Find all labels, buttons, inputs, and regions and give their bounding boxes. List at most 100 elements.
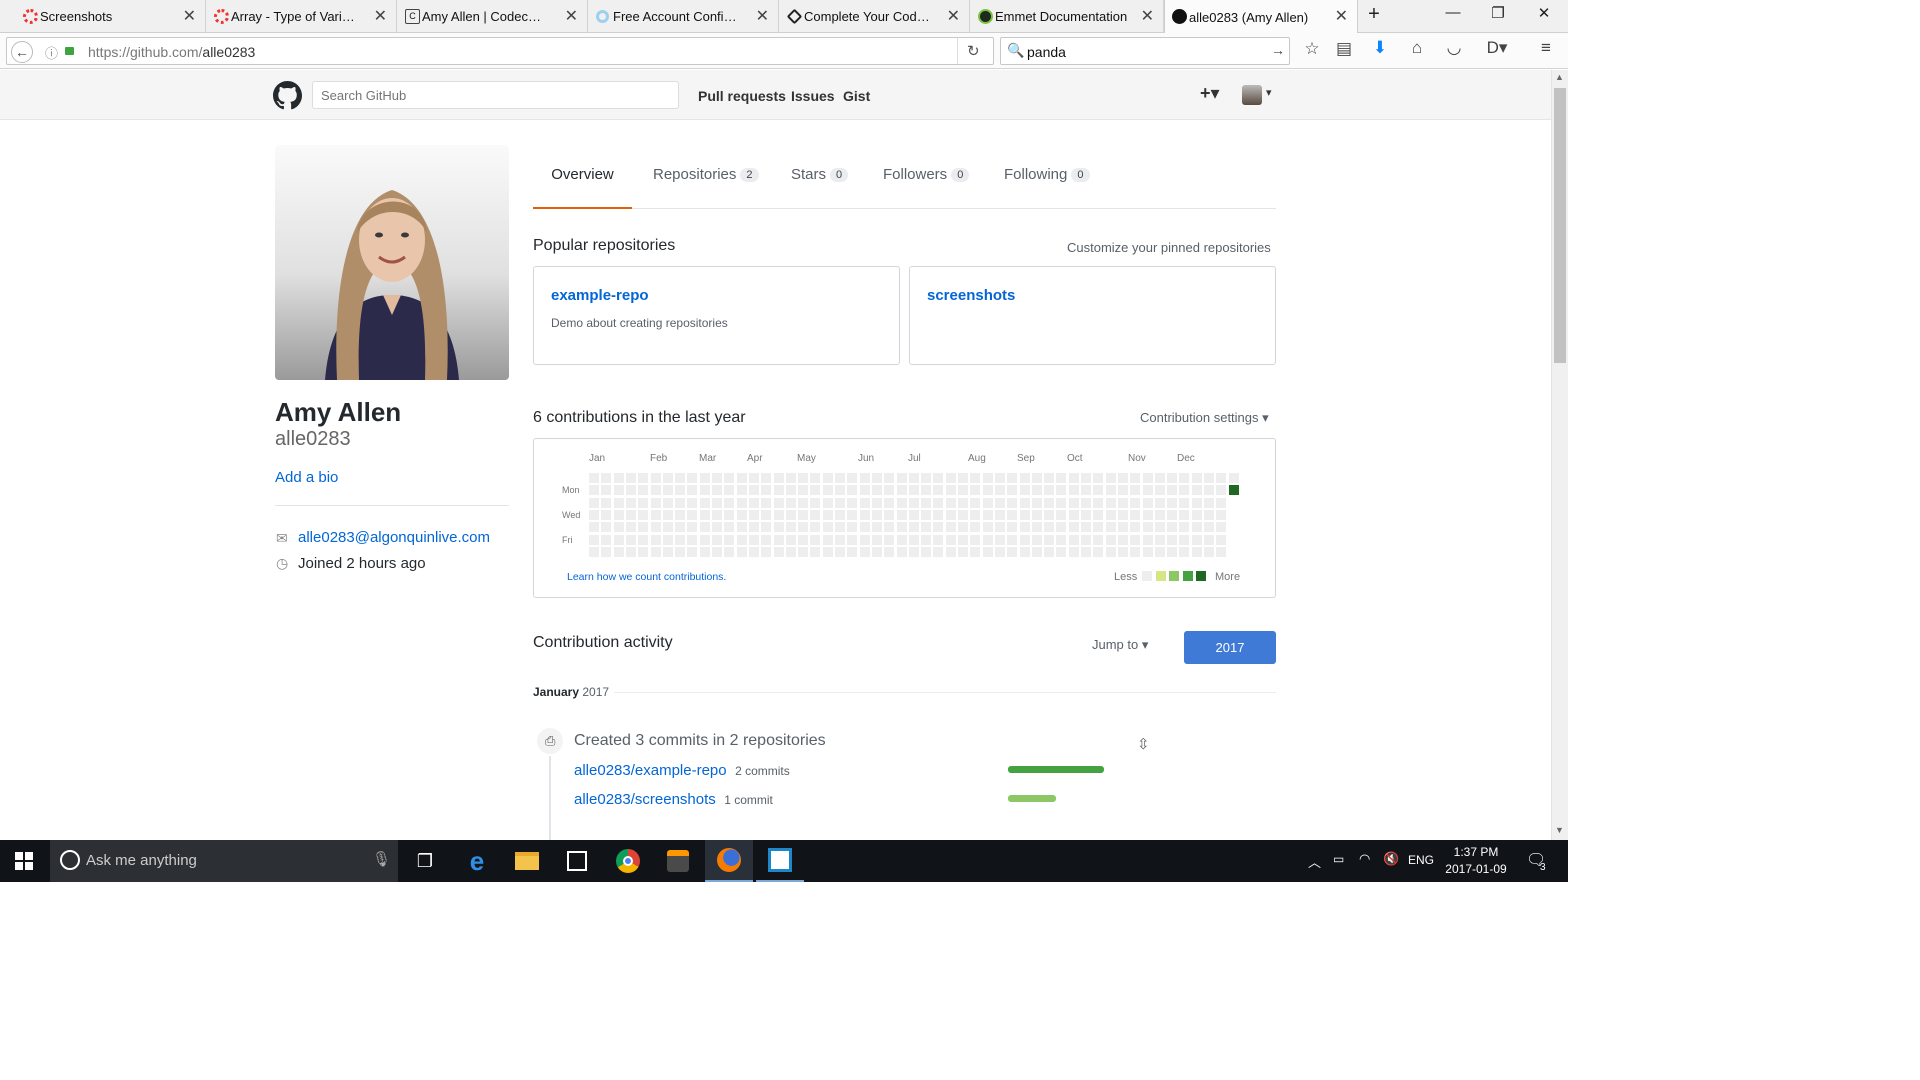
contribution-day[interactable]: [773, 546, 784, 557]
menu-icon[interactable]: ≡: [1534, 38, 1558, 58]
tab-following[interactable]: Following 0: [1004, 166, 1090, 183]
contribution-day[interactable]: [884, 546, 895, 557]
contribution-day[interactable]: [921, 473, 932, 483]
contribution-day[interactable]: [982, 546, 993, 557]
contribution-day[interactable]: [675, 473, 686, 483]
browser-tab-active[interactable]: alle0283 (Amy Allen) ✕: [1164, 0, 1358, 34]
contribution-day[interactable]: [810, 497, 821, 508]
contribution-day[interactable]: [1167, 497, 1178, 508]
contribution-day[interactable]: [1154, 497, 1165, 508]
contribution-day[interactable]: [1191, 485, 1202, 496]
contribution-day[interactable]: [1154, 534, 1165, 545]
contribution-day[interactable]: [933, 522, 944, 533]
contribution-day[interactable]: [1117, 509, 1128, 520]
screenshot-app-icon[interactable]: [756, 840, 804, 882]
contribution-day[interactable]: [933, 546, 944, 557]
contribution-day[interactable]: [589, 485, 599, 496]
back-icon[interactable]: ←: [11, 41, 33, 63]
search-engine-icon[interactable]: 🔍: [1007, 42, 1024, 59]
contribution-day[interactable]: [625, 509, 636, 520]
contribution-day[interactable]: [761, 534, 772, 545]
contribution-day[interactable]: [736, 509, 747, 520]
contribution-day[interactable]: [1019, 534, 1030, 545]
contribution-day[interactable]: [638, 485, 649, 496]
contribution-day[interactable]: [1068, 509, 1079, 520]
contribution-day[interactable]: [970, 497, 981, 508]
contribution-day[interactable]: [712, 497, 722, 508]
contribution-day[interactable]: [650, 497, 661, 508]
contribution-day[interactable]: [650, 509, 661, 520]
contribution-day[interactable]: [822, 509, 833, 520]
tab-repositories[interactable]: Repositories 2: [653, 166, 759, 183]
contribution-day[interactable]: [785, 534, 796, 545]
contribution-day[interactable]: [1117, 522, 1128, 533]
wifi-icon[interactable]: ◠: [1359, 851, 1370, 867]
contribution-day[interactable]: [896, 522, 907, 533]
contribution-day[interactable]: [847, 473, 858, 483]
contribution-day[interactable]: [601, 522, 612, 533]
contribution-day[interactable]: [638, 522, 649, 533]
contribution-day[interactable]: [736, 534, 747, 545]
contribution-day[interactable]: [613, 485, 624, 496]
contribution-day[interactable]: [1216, 473, 1227, 483]
contribution-day[interactable]: [1130, 485, 1141, 496]
contribution-day[interactable]: [1007, 473, 1018, 483]
contribution-day[interactable]: [1142, 522, 1153, 533]
edge-icon[interactable]: e: [453, 840, 501, 882]
contribution-day[interactable]: [1105, 546, 1116, 557]
contribution-day[interactable]: [773, 485, 784, 496]
contribution-day[interactable]: [859, 497, 870, 508]
close-tab-icon[interactable]: ✕: [947, 6, 960, 26]
add-bio-link[interactable]: Add a bio: [275, 469, 338, 486]
contribution-day[interactable]: [1081, 509, 1091, 520]
contribution-day[interactable]: [921, 509, 932, 520]
contribution-day[interactable]: [822, 485, 833, 496]
sublime-icon[interactable]: [654, 840, 702, 882]
close-tab-icon[interactable]: ✕: [756, 6, 769, 26]
contribution-day[interactable]: [785, 497, 796, 508]
contribution-day[interactable]: [822, 546, 833, 557]
scroll-down-icon[interactable]: ▼: [1555, 825, 1564, 835]
contribution-day[interactable]: [1179, 546, 1190, 557]
contribution-day[interactable]: [1204, 473, 1214, 483]
reading-list-icon[interactable]: ▤: [1332, 39, 1356, 59]
store-icon[interactable]: [553, 840, 601, 882]
contribution-day[interactable]: [908, 485, 919, 496]
contribution-day[interactable]: [1105, 497, 1116, 508]
contribution-day[interactable]: [638, 473, 649, 483]
contribution-day[interactable]: [724, 497, 735, 508]
contribution-day[interactable]: [662, 473, 673, 483]
contribution-day[interactable]: [1204, 509, 1214, 520]
contribution-day[interactable]: [773, 534, 784, 545]
url-bar[interactable]: ← ⓘ https://github.com/alle0283 ↻: [6, 37, 994, 65]
contribution-day[interactable]: [1191, 473, 1202, 483]
browser-tab[interactable]: Emmet Documentation ✕: [971, 0, 1164, 33]
contribution-day[interactable]: [1191, 546, 1202, 557]
contribution-day[interactable]: [1216, 522, 1227, 533]
contribution-day[interactable]: [970, 509, 981, 520]
contribution-day[interactable]: [896, 509, 907, 520]
contribution-day[interactable]: [761, 497, 772, 508]
contribution-day[interactable]: [859, 534, 870, 545]
contribution-day[interactable]: [896, 485, 907, 496]
close-window-button[interactable]: ✕: [1529, 4, 1559, 22]
contribution-day[interactable]: [1179, 485, 1190, 496]
contribution-day[interactable]: [1204, 546, 1214, 557]
contribution-day[interactable]: [650, 546, 661, 557]
contribution-day[interactable]: [675, 546, 686, 557]
file-explorer-icon[interactable]: [503, 840, 551, 882]
repo-link[interactable]: example-repo: [551, 287, 649, 304]
contribution-day[interactable]: [847, 485, 858, 496]
contribution-day[interactable]: [1068, 522, 1079, 533]
contribution-day[interactable]: [1044, 522, 1055, 533]
contribution-day[interactable]: [1019, 485, 1030, 496]
contribution-day[interactable]: [945, 509, 956, 520]
contribution-day[interactable]: [650, 522, 661, 533]
volume-muted-icon[interactable]: 🔇: [1383, 851, 1399, 867]
contribution-day[interactable]: [1154, 473, 1165, 483]
contribution-day[interactable]: [613, 497, 624, 508]
task-view-icon[interactable]: ❐: [401, 840, 449, 882]
contribution-day[interactable]: [687, 473, 698, 483]
contribution-day[interactable]: [650, 534, 661, 545]
contribution-day[interactable]: [1167, 485, 1178, 496]
